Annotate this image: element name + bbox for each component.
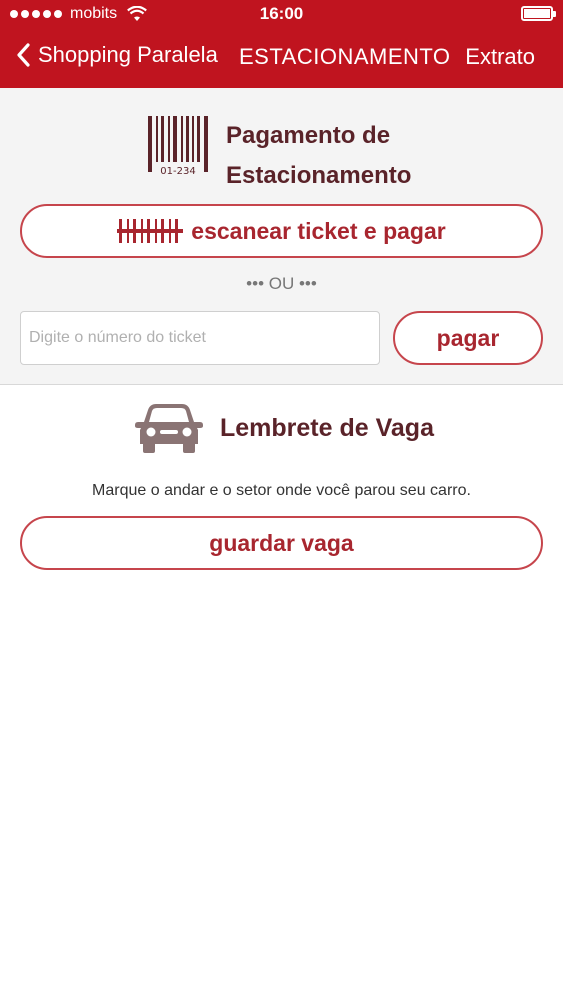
back-button[interactable]: Shopping Paralela	[14, 42, 218, 68]
status-time: 16:00	[259, 4, 304, 23]
parking-reminder-title: Lembrete de Vaga	[220, 414, 434, 442]
battery-icon	[521, 6, 556, 21]
scan-barcode-icon	[117, 219, 184, 243]
car-icon	[135, 404, 203, 453]
barcode-icon: 01-234	[148, 116, 208, 177]
parking-reminder-header: Lembrete de Vaga	[134, 400, 454, 456]
barcode-number: 01-234	[160, 166, 195, 177]
nav-bar: Shopping Paralela ESTACIONAMENTO Extrato	[0, 28, 563, 88]
parking-reminder-section: Lembrete de Vaga Marque o andar e o seto…	[0, 386, 563, 586]
page-title: ESTACIONAMENTO	[239, 44, 451, 69]
save-spot-button[interactable]: guardar vaga	[20, 516, 543, 570]
payment-title-line1: Pagamento de	[226, 122, 391, 149]
scan-ticket-button[interactable]: escanear ticket e pagar	[20, 204, 543, 258]
back-label: Shopping Paralela	[38, 42, 218, 67]
payment-title-line2: Estacionamento	[226, 162, 412, 189]
ticket-number-input[interactable]	[20, 311, 380, 365]
app-header: mobits 16:00 Shopping Paralela ESTACIONA…	[0, 0, 563, 88]
payment-header: 01-234 Pagamento de Estacionamento	[148, 116, 448, 189]
pay-button[interactable]: pagar	[393, 311, 543, 365]
scan-button-label: escanear ticket e pagar	[191, 217, 446, 244]
status-bar: mobits 16:00	[0, 0, 563, 28]
or-separator: ••• OU •••	[246, 274, 317, 293]
payment-title: Pagamento de Estacionamento	[226, 116, 446, 196]
payment-section: 01-234 Pagamento de Estacionamento escan…	[0, 88, 563, 385]
extrato-button[interactable]: Extrato	[465, 44, 535, 70]
chevron-left-icon	[17, 43, 30, 67]
parking-reminder-description: Marque o andar e o setor onde você parou…	[92, 482, 471, 499]
